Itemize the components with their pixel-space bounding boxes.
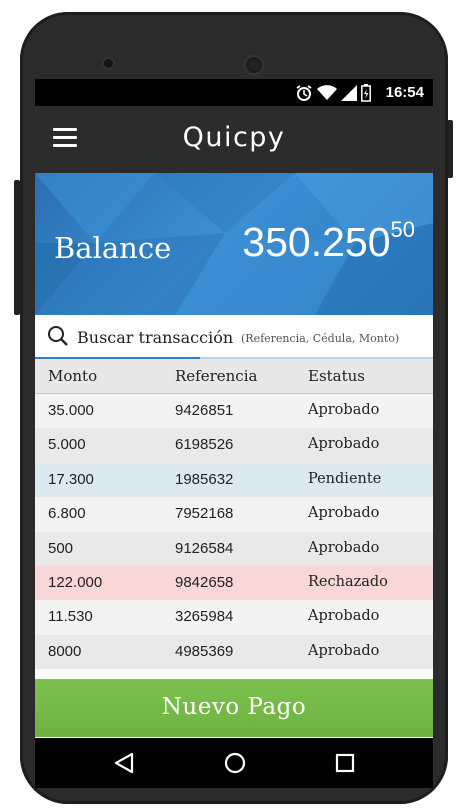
status-icons: [295, 83, 371, 103]
column-header-referencia[interactable]: Referencia: [175, 367, 257, 385]
cell-monto: 8000: [48, 642, 82, 660]
back-icon[interactable]: [113, 751, 135, 775]
wifi-icon: [317, 85, 337, 100]
cell-estatus: Aprobado: [308, 505, 380, 522]
cell-referencia: 7952168: [175, 505, 234, 523]
navigation-bar: [35, 738, 433, 788]
alarm-icon: [296, 85, 312, 101]
cell-monto: 500: [48, 539, 74, 557]
transactions-list: 35.000 9426851 Aprobado 5.000 6198526 Aproba…: [35, 394, 433, 670]
app-title: Quicpy: [182, 122, 286, 153]
search-icon: [48, 326, 68, 346]
new-payment-button[interactable]: Nuevo Pago: [35, 679, 433, 737]
search-field[interactable]: Buscar transacción (Referencia, Cédula, …: [35, 315, 433, 359]
table-row[interactable]: 500 9126584 Aprobado: [35, 531, 433, 566]
app-screen: 16:54 Quicpy Balance 350.25050 Buscar tr…: [35, 79, 433, 738]
search-hint: (Referencia, Cédula, Monto): [241, 332, 400, 345]
column-header-estatus[interactable]: Estatus: [308, 367, 365, 385]
cell-estatus: Aprobado: [308, 436, 380, 453]
cell-referencia: 3265984: [175, 608, 234, 626]
column-header-monto[interactable]: Monto: [48, 367, 97, 385]
table-row[interactable]: 6.800 7952168 Aprobado: [35, 497, 433, 532]
cell-monto: 11.530: [48, 608, 93, 626]
cell-estatus: Aprobado: [308, 539, 380, 556]
cell-estatus: Aprobado: [308, 608, 380, 625]
cell-monto: 35.000: [48, 402, 94, 419]
cell-referencia: 9426851: [175, 402, 234, 419]
cell-monto: 5.000: [48, 436, 86, 454]
status-bar: 16:54: [35, 79, 433, 106]
home-icon[interactable]: [223, 751, 247, 775]
table-row[interactable]: 11.530 3265984 Aprobado: [35, 600, 433, 635]
table-header: Monto Referencia Estatus: [35, 359, 433, 394]
table-row[interactable]: 8000 4985369 Aprobado: [35, 634, 433, 670]
table-row[interactable]: 5.000 6198526 Aprobado: [35, 428, 433, 463]
cell-estatus: Aprobado: [308, 642, 380, 659]
balance-integer: 350.250: [242, 219, 391, 265]
balance-label: Balance: [54, 231, 172, 265]
cell-referencia: 1985632: [175, 470, 234, 488]
cell-estatus: Aprobado: [308, 402, 380, 418]
cell-monto: 6.800: [48, 505, 86, 523]
cell-monto: 17.300: [48, 470, 94, 488]
recents-icon[interactable]: [334, 751, 356, 775]
earpiece-speaker: [243, 54, 265, 76]
balance-card: Balance 350.25050: [35, 173, 433, 315]
balance-cents: 50: [390, 217, 415, 242]
app-bar: Quicpy: [35, 106, 433, 173]
cell-referencia: 9126584: [175, 539, 234, 557]
table-row[interactable]: 17.300 1985632 Pendiente: [35, 462, 433, 498]
cell-monto: 122.000: [48, 573, 103, 591]
status-time: 16:54: [385, 84, 424, 101]
balance-amount: 350.25050: [242, 217, 415, 266]
signal-icon: [341, 85, 357, 101]
cell-referencia: 4985369: [175, 642, 234, 660]
table-row[interactable]: 35.000 9426851 Aprobado: [35, 394, 433, 429]
cell-estatus: Pendiente: [308, 470, 382, 487]
cell-referencia: 6198526: [175, 436, 234, 454]
cell-referencia: 9842658: [175, 573, 234, 591]
search-label: Buscar transacción: [77, 328, 234, 347]
table-row[interactable]: 122.000 9842658 Rechazado: [35, 565, 433, 601]
cell-estatus: Rechazado: [308, 573, 388, 590]
front-camera: [102, 57, 115, 70]
battery-icon: [361, 84, 371, 102]
